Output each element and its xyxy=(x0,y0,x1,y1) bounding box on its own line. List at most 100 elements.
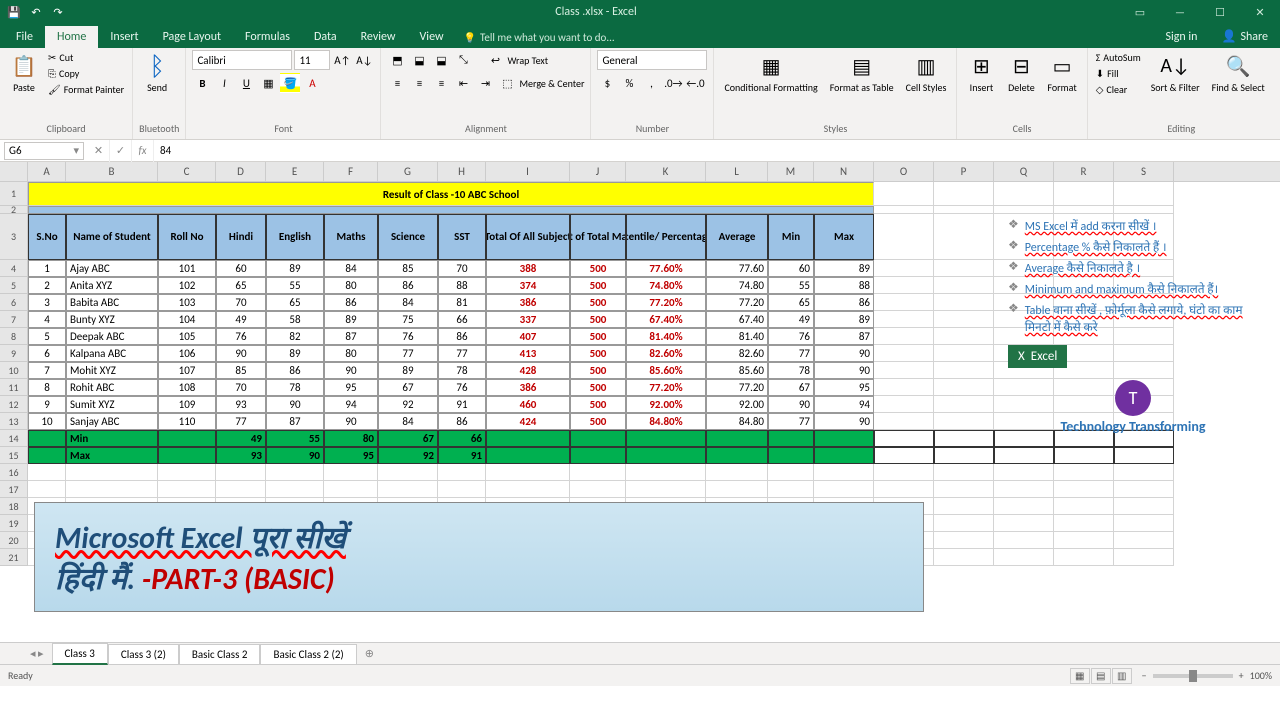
col-header[interactable]: A xyxy=(28,162,66,181)
data-cell[interactable]: 78 xyxy=(266,379,324,396)
data-cell[interactable]: 75 xyxy=(378,311,438,328)
data-cell[interactable]: 60 xyxy=(768,260,814,277)
data-cell[interactable]: 108 xyxy=(158,379,216,396)
row-header[interactable]: 21 xyxy=(0,549,28,566)
page-layout-view-icon[interactable]: ▤ xyxy=(1091,668,1111,684)
row-header[interactable]: 9 xyxy=(0,345,28,362)
align-middle-icon[interactable]: ⬓ xyxy=(409,50,429,70)
format-cells-button[interactable]: ▭Format xyxy=(1043,50,1080,95)
data-cell[interactable]: 84 xyxy=(378,294,438,311)
col-header[interactable]: I xyxy=(486,162,570,181)
fx-icon[interactable]: fx xyxy=(132,140,154,162)
data-cell[interactable]: 90 xyxy=(768,396,814,413)
col-header[interactable]: B xyxy=(66,162,158,181)
data-cell[interactable]: 82.60 xyxy=(706,345,768,362)
font-name-combo[interactable]: Calibri xyxy=(192,50,292,70)
data-cell[interactable]: 77 xyxy=(768,413,814,430)
col-header[interactable]: L xyxy=(706,162,768,181)
row-header[interactable]: 8 xyxy=(0,328,28,345)
row-header[interactable]: 10 xyxy=(0,362,28,379)
data-cell[interactable]: 89 xyxy=(324,311,378,328)
data-cell[interactable]: 76 xyxy=(216,328,266,345)
data-cell[interactable]: 77.20 xyxy=(706,379,768,396)
data-cell[interactable]: 386 xyxy=(486,294,570,311)
data-cell[interactable]: 66 xyxy=(438,311,486,328)
data-cell[interactable]: 74.80% xyxy=(626,277,706,294)
data-cell[interactable]: 58 xyxy=(266,311,324,328)
sheet-tab[interactable]: Class 3 xyxy=(52,643,108,665)
cancel-formula-icon[interactable]: ✕ xyxy=(88,140,110,162)
col-header[interactable]: M xyxy=(768,162,814,181)
data-cell[interactable]: 374 xyxy=(486,277,570,294)
align-bottom-icon[interactable]: ⬓ xyxy=(431,50,451,70)
data-cell[interactable]: 76 xyxy=(378,328,438,345)
data-cell[interactable]: 95 xyxy=(324,379,378,396)
data-cell[interactable]: 500 xyxy=(570,260,626,277)
redo-icon[interactable]: ↷ xyxy=(50,4,66,20)
row-header[interactable]: 14 xyxy=(0,430,28,447)
tab-data[interactable]: Data xyxy=(302,26,349,48)
data-cell[interactable]: 500 xyxy=(570,328,626,345)
data-cell[interactable]: 460 xyxy=(486,396,570,413)
data-cell[interactable]: 86 xyxy=(324,294,378,311)
data-cell[interactable]: 500 xyxy=(570,345,626,362)
data-cell[interactable]: 60 xyxy=(216,260,266,277)
col-header[interactable]: H xyxy=(438,162,486,181)
data-cell[interactable]: 85.60% xyxy=(626,362,706,379)
data-cell[interactable]: 90 xyxy=(814,413,874,430)
data-cell[interactable]: 84.80 xyxy=(706,413,768,430)
data-cell[interactable]: Babita ABC xyxy=(66,294,158,311)
data-cell[interactable]: 90 xyxy=(814,345,874,362)
data-cell[interactable]: 500 xyxy=(570,362,626,379)
col-header[interactable]: S xyxy=(1114,162,1174,181)
data-cell[interactable]: 91 xyxy=(438,396,486,413)
data-cell[interactable]: 82 xyxy=(266,328,324,345)
increase-indent-icon[interactable]: ⇥ xyxy=(475,73,495,93)
data-cell[interactable]: 86 xyxy=(814,294,874,311)
data-cell[interactable]: 424 xyxy=(486,413,570,430)
data-cell[interactable]: 92.00% xyxy=(626,396,706,413)
data-cell[interactable]: 49 xyxy=(216,311,266,328)
close-icon[interactable]: ✕ xyxy=(1240,0,1280,24)
data-cell[interactable]: 103 xyxy=(158,294,216,311)
underline-button[interactable]: U xyxy=(236,73,256,93)
bold-button[interactable]: B xyxy=(192,73,212,93)
row-header[interactable]: 18 xyxy=(0,498,28,515)
data-cell[interactable]: 85 xyxy=(378,260,438,277)
data-cell[interactable]: 388 xyxy=(486,260,570,277)
row-header[interactable]: 3 xyxy=(0,214,28,260)
data-cell[interactable]: 94 xyxy=(324,396,378,413)
data-cell[interactable]: 77.20% xyxy=(626,294,706,311)
clear-button[interactable]: ◇ Clear xyxy=(1094,82,1143,97)
comma-format-icon[interactable]: , xyxy=(641,73,661,93)
page-break-view-icon[interactable]: ▥ xyxy=(1112,668,1132,684)
tab-formulas[interactable]: Formulas xyxy=(233,26,302,48)
row-header[interactable]: 16 xyxy=(0,464,28,481)
col-header[interactable]: J xyxy=(570,162,626,181)
data-cell[interactable]: 90 xyxy=(814,362,874,379)
data-cell[interactable]: 413 xyxy=(486,345,570,362)
row-header[interactable]: 17 xyxy=(0,481,28,498)
data-cell[interactable]: 85.60 xyxy=(706,362,768,379)
data-cell[interactable]: 76 xyxy=(768,328,814,345)
tab-insert[interactable]: Insert xyxy=(98,26,150,48)
data-cell[interactable]: 89 xyxy=(814,311,874,328)
data-cell[interactable]: 77 xyxy=(768,345,814,362)
accounting-format-icon[interactable]: $ xyxy=(597,73,617,93)
tell-me-search[interactable]: Tell me what you want to do... xyxy=(456,27,623,48)
data-cell[interactable]: 70 xyxy=(216,379,266,396)
col-header[interactable]: E xyxy=(266,162,324,181)
data-cell[interactable]: 337 xyxy=(486,311,570,328)
data-cell[interactable]: 6 xyxy=(28,345,66,362)
data-cell[interactable]: 1 xyxy=(28,260,66,277)
sign-in-link[interactable]: Sign in xyxy=(1153,26,1209,48)
delete-cells-button[interactable]: ⊟Delete xyxy=(1003,50,1039,95)
col-header[interactable]: K xyxy=(626,162,706,181)
increase-font-icon[interactable]: A↑ xyxy=(332,50,352,70)
data-cell[interactable]: Sumit XYZ xyxy=(66,396,158,413)
data-cell[interactable]: 84 xyxy=(378,413,438,430)
data-cell[interactable]: 500 xyxy=(570,396,626,413)
data-cell[interactable]: 70 xyxy=(438,260,486,277)
data-cell[interactable]: 77.60 xyxy=(706,260,768,277)
sheet-nav-buttons[interactable]: ◂ ▸ xyxy=(30,647,44,660)
